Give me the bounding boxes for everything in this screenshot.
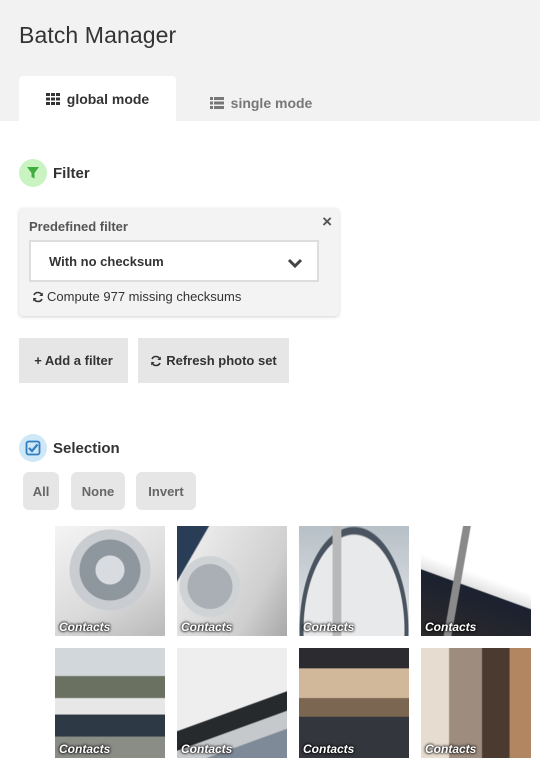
tab-label: global mode: [66, 90, 150, 107]
compute-checksums-label: Compute 977 missing checksums: [47, 289, 242, 304]
photo-thumbnail[interactable]: Contacts: [421, 648, 531, 758]
page-title: Batch Manager: [19, 22, 177, 48]
photo-caption: Contacts: [181, 742, 233, 756]
select-invert-button[interactable]: Invert: [136, 472, 196, 510]
selection-title: Selection: [53, 439, 120, 457]
selection-section-header: Selection: [19, 434, 120, 462]
tab-single-mode[interactable]: single mode: [196, 80, 326, 125]
filter-title: Filter: [53, 164, 90, 182]
photo-thumbnail[interactable]: Contacts: [177, 648, 287, 758]
checkbox-icon: [19, 434, 47, 462]
refresh-icon: [32, 291, 44, 303]
photo-caption: Contacts: [425, 620, 477, 634]
photo-caption: Contacts: [425, 742, 477, 756]
compute-checksums-link[interactable]: Compute 977 missing checksums: [32, 289, 241, 304]
photo-thumbnail[interactable]: Contacts: [55, 648, 165, 758]
grid-icon: [45, 92, 60, 105]
refresh-icon: [150, 355, 162, 367]
photo-thumbnail[interactable]: Contacts: [55, 526, 165, 636]
page-header: Batch Manager global mode single mode: [0, 0, 540, 121]
tab-label: single mode: [230, 94, 313, 111]
refresh-photo-set-label: Refresh photo set: [166, 353, 277, 368]
photo-caption: Contacts: [303, 742, 355, 756]
predefined-filter-card: Predefined filter × With no checksum Com…: [19, 208, 339, 316]
list-icon: [209, 96, 224, 109]
close-icon[interactable]: ×: [322, 212, 332, 232]
photo-caption: Contacts: [303, 620, 355, 634]
photo-thumbnail[interactable]: Contacts: [177, 526, 287, 636]
photo-thumbnail[interactable]: Contacts: [299, 526, 409, 636]
photo-caption: Contacts: [59, 620, 111, 634]
photo-caption: Contacts: [59, 742, 111, 756]
predefined-filter-select[interactable]: With no checksum: [29, 240, 319, 282]
tab-global-mode[interactable]: global mode: [19, 76, 176, 121]
photo-caption: Contacts: [181, 620, 233, 634]
add-filter-button[interactable]: + Add a filter: [19, 338, 128, 383]
predefined-filter-label: Predefined filter: [29, 219, 128, 234]
selected-filter-value: With no checksum: [49, 253, 164, 269]
filter-section-header: Filter: [19, 159, 90, 187]
photo-thumbnail[interactable]: Contacts: [299, 648, 409, 758]
chevron-down-icon: [287, 256, 303, 271]
select-none-button[interactable]: None: [71, 472, 125, 510]
select-invert-label: Invert: [148, 483, 184, 499]
select-all-button[interactable]: All: [23, 472, 59, 510]
funnel-icon: [19, 159, 47, 187]
select-none-label: None: [81, 483, 115, 499]
add-filter-label: + Add a filter: [34, 353, 113, 368]
refresh-photo-set-button[interactable]: Refresh photo set: [138, 338, 289, 383]
select-all-label: All: [32, 483, 50, 499]
photo-thumbnail[interactable]: Contacts: [421, 526, 531, 636]
